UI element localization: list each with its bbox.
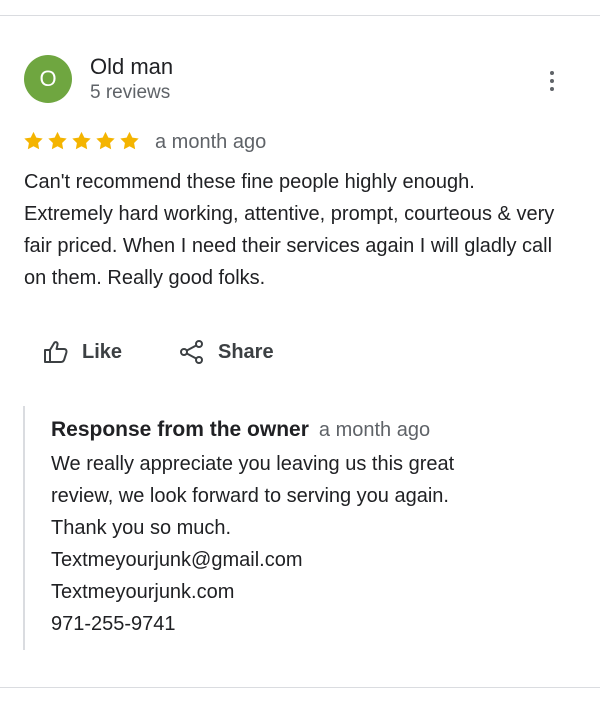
owner-email: Textmeyourjunk@gmail.com (51, 549, 303, 571)
top-divider (0, 15, 600, 16)
more-vert-icon (550, 71, 554, 75)
bottom-divider (0, 687, 600, 688)
review-text: Can't recommend these fine people highly… (24, 171, 555, 289)
avatar-letter: O (39, 66, 57, 91)
owner-response-line: We really appreciate you leaving us this… (51, 453, 455, 475)
star-icon (96, 131, 115, 150)
star-icon (72, 131, 91, 150)
owner-phone: 971-255-9741 (51, 613, 176, 635)
star-icon (48, 131, 67, 150)
owner-response-line: review, we look forward to serving you a… (51, 485, 449, 507)
star-rating (22, 130, 141, 152)
owner-response: Response from the owner a month ago We re… (23, 406, 565, 650)
avatar[interactable]: O (24, 55, 72, 103)
share-icon (180, 340, 203, 364)
reviewer-name[interactable]: Old man (90, 54, 173, 80)
owner-response-header: Response from the owner a month ago (51, 418, 430, 442)
share-button[interactable]: Share (178, 338, 274, 366)
owner-response-text: We really appreciate you leaving us this… (51, 448, 551, 640)
like-label: Like (82, 340, 123, 363)
owner-response-line: Thank you so much. (51, 517, 232, 539)
thumb-up-icon (44, 341, 68, 363)
owner-response-date: a month ago (318, 419, 431, 441)
review-count: 5 reviews (90, 82, 171, 103)
review-date: a month ago (155, 131, 267, 153)
like-button[interactable]: Like (42, 338, 122, 366)
star-icon (120, 131, 139, 150)
owner-website: Textmeyourjunk.com (51, 581, 235, 603)
owner-response-title: Response from the owner (51, 418, 309, 441)
more-options-button[interactable] (538, 66, 566, 96)
star-icon (24, 131, 43, 150)
share-label: Share (218, 340, 274, 363)
